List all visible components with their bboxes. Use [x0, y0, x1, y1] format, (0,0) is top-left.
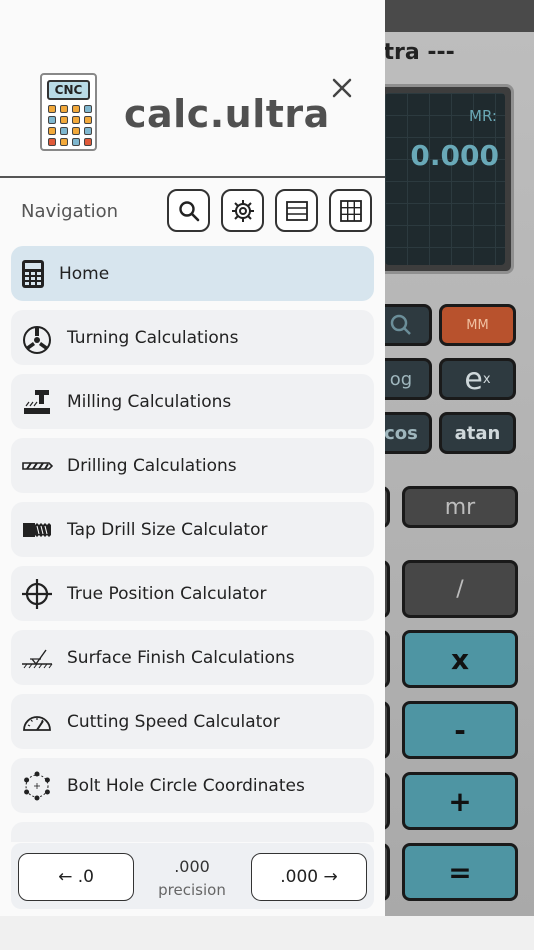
mill-icon: [21, 386, 53, 418]
nav-item-milling[interactable]: Milling Calculations: [11, 374, 374, 429]
grid-view-icon: [339, 199, 362, 222]
nav-item-cutting-speed[interactable]: Cutting Speed Calculator: [11, 694, 374, 749]
surface-finish-icon: [21, 642, 53, 674]
atan-key[interactable]: atan: [439, 412, 516, 454]
search-icon: [178, 200, 199, 221]
app-logo: CNC: [40, 73, 97, 151]
calculator-title: ltra ---: [376, 40, 455, 65]
nav-item-true-position[interactable]: True Position Calculator: [11, 566, 374, 621]
exp-key-sup: x: [482, 371, 491, 387]
nav-item-label: Home: [59, 263, 110, 284]
close-icon: [332, 78, 352, 98]
nav-item-tap-drill[interactable]: Tap Drill Size Calculator: [11, 502, 374, 557]
exp-key-base: e: [464, 361, 483, 397]
nav-item-label: Bolt Hole Circle Coordinates: [67, 775, 305, 796]
multiply-key[interactable]: x: [402, 630, 518, 688]
app-name: calc.ultra: [124, 92, 330, 136]
drawer-header: CNC calc.ultra: [0, 0, 385, 178]
memory-label: MR:: [469, 107, 497, 125]
tap-icon: [21, 514, 53, 546]
mm-key[interactable]: MM: [439, 304, 516, 346]
navigation-label: Navigation: [21, 201, 119, 222]
gear-icon: [231, 199, 254, 222]
nav-item-label: Surface Finish Calculations: [67, 647, 295, 668]
bolt-circle-icon: [21, 770, 53, 802]
nav-item-bolt-hole-circle[interactable]: Bolt Hole Circle Coordinates: [11, 758, 374, 813]
settings-button[interactable]: [221, 189, 264, 232]
search-icon: [390, 314, 411, 335]
speedometer-icon: [21, 706, 53, 738]
plus-key[interactable]: +: [402, 772, 518, 830]
calculator-display: MR: 0.000: [376, 84, 514, 274]
navigation-drawer: CNC calc.ultra Navigation Home Turning C…: [0, 0, 385, 950]
calculator-icon: [17, 258, 49, 290]
nav-item-drilling[interactable]: Drilling Calculations: [11, 438, 374, 493]
search-button[interactable]: [167, 189, 210, 232]
calculator-top-strip: [384, 0, 534, 32]
grid-view-button[interactable]: [329, 189, 372, 232]
nav-item-home[interactable]: Home: [11, 246, 374, 301]
nav-item-label: Turning Calculations: [67, 327, 239, 348]
nav-item-label: Drilling Calculations: [67, 455, 237, 476]
nav-item-label: Cutting Speed Calculator: [67, 711, 280, 732]
decrease-precision-button[interactable]: ← .0: [18, 853, 134, 901]
increase-precision-button[interactable]: .000 →: [251, 853, 367, 901]
crosshair-icon: [21, 578, 53, 610]
lathe-chuck-icon: [21, 322, 53, 354]
mr-key[interactable]: mr: [402, 486, 518, 528]
nav-item-label: Tap Drill Size Calculator: [67, 519, 268, 540]
list-view-button[interactable]: [275, 189, 318, 232]
system-navigation-bar: [0, 916, 534, 950]
nav-item-surface-finish[interactable]: Surface Finish Calculations: [11, 630, 374, 685]
nav-item-partial[interactable]: [11, 822, 374, 842]
precision-controls: ← .0 .000 precision .000 →: [11, 843, 374, 909]
precision-value: .000: [174, 857, 210, 876]
precision-label: precision: [158, 881, 226, 899]
divide-key[interactable]: /: [402, 560, 518, 618]
logo-cnc-text: CNC: [47, 80, 90, 100]
list-view-icon: [285, 200, 308, 221]
drill-icon: [21, 450, 53, 482]
nav-item-turning[interactable]: Turning Calculations: [11, 310, 374, 365]
nav-item-label: Milling Calculations: [67, 391, 232, 412]
close-drawer-button[interactable]: [328, 74, 356, 102]
nav-item-label: True Position Calculator: [67, 583, 267, 604]
display-value: 0.000: [410, 139, 499, 172]
minus-key[interactable]: -: [402, 701, 518, 759]
exp-key[interactable]: ex: [439, 358, 516, 400]
equals-key[interactable]: =: [402, 843, 518, 901]
